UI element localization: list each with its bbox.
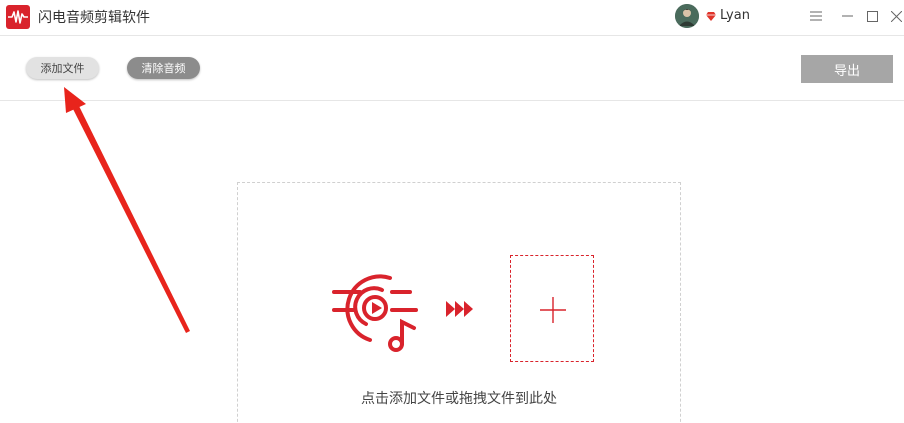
username[interactable]: Lyan <box>720 8 750 23</box>
vip-diamond-icon <box>706 12 716 21</box>
titlebar-divider <box>0 35 904 36</box>
clear-audio-button[interactable]: 清除音频 <box>127 57 200 79</box>
waveform-logo-icon <box>6 5 30 29</box>
maximize-icon[interactable] <box>862 6 882 26</box>
minimize-icon[interactable] <box>837 6 857 26</box>
plus-icon <box>540 297 566 323</box>
add-file-button[interactable]: 添加文件 <box>26 57 99 79</box>
export-button[interactable]: 导出 <box>801 55 893 83</box>
avatar[interactable] <box>675 4 699 28</box>
toolbar-divider <box>0 100 904 101</box>
title-bar: 闪电音频剪辑软件 Lyan <box>0 0 904 34</box>
menu-icon[interactable] <box>806 6 826 26</box>
triple-arrow-icon <box>446 301 473 317</box>
app-title: 闪电音频剪辑软件 <box>38 10 150 26</box>
media-video-music-icon[interactable] <box>330 264 422 356</box>
drop-hint-text: 点击添加文件或拖拽文件到此处 <box>361 391 557 407</box>
close-icon[interactable] <box>886 6 904 26</box>
add-file-plus-box[interactable] <box>510 255 594 362</box>
